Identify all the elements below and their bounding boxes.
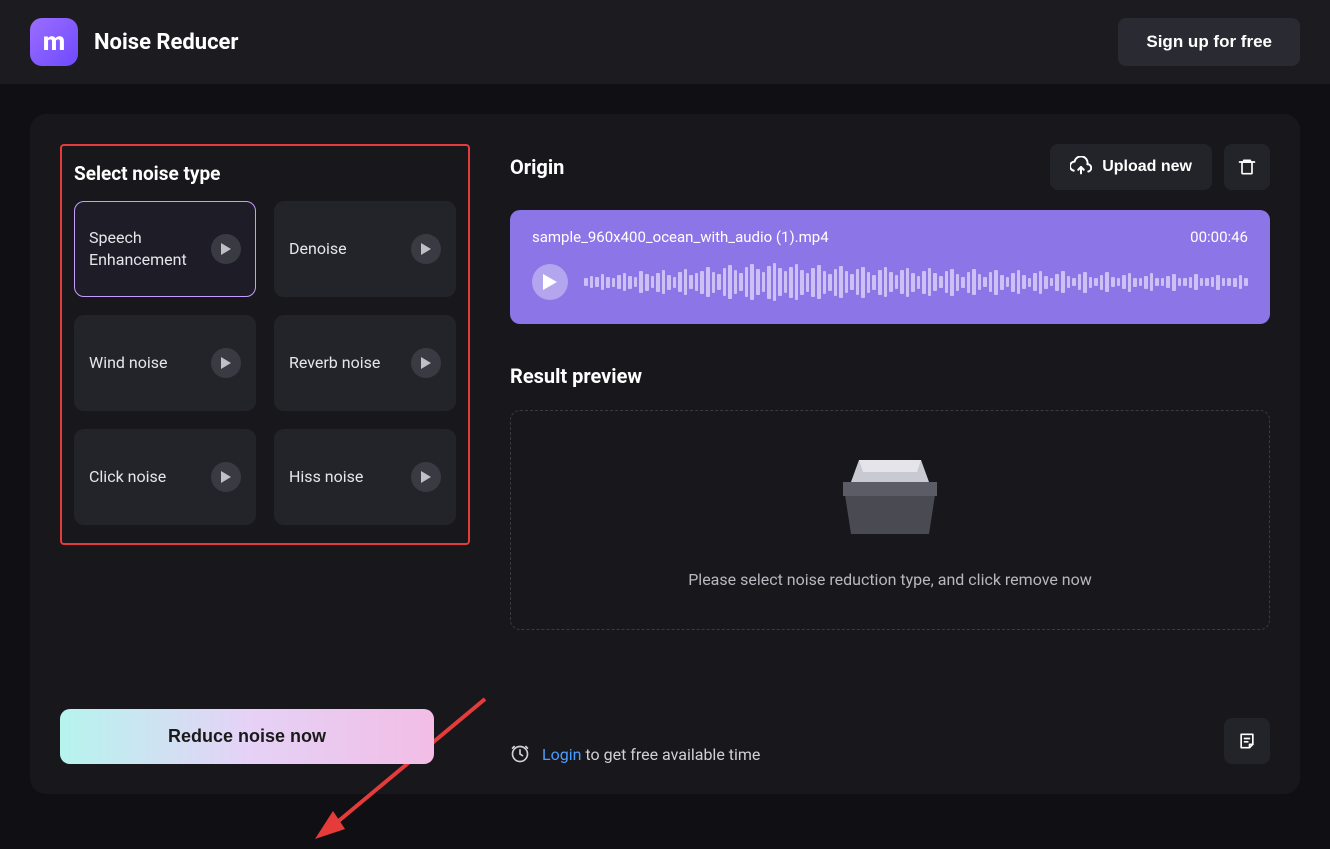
- login-rest-text: to get free available time: [581, 745, 760, 764]
- noise-preview-play-button[interactable]: [411, 348, 441, 378]
- noise-preview-play-button[interactable]: [211, 462, 241, 492]
- waveform[interactable]: [584, 260, 1248, 304]
- noise-preview-play-button[interactable]: [411, 234, 441, 264]
- origin-heading: Origin: [510, 155, 564, 179]
- result-message: Please select noise reduction type, and …: [688, 570, 1092, 589]
- noise-card-wind-noise[interactable]: Wind noise: [74, 315, 256, 411]
- noise-card-label: Hiss noise: [289, 466, 363, 488]
- play-icon: [543, 274, 557, 290]
- noise-card-click-noise[interactable]: Click noise: [74, 429, 256, 525]
- noise-card-reverb-noise[interactable]: Reverb noise: [274, 315, 456, 411]
- noise-preview-play-button[interactable]: [211, 348, 241, 378]
- upload-icon: [1070, 156, 1092, 178]
- noise-card-hiss-noise[interactable]: Hiss noise: [274, 429, 456, 525]
- result-heading: Result preview: [510, 364, 1270, 388]
- result-preview-box: Please select noise reduction type, and …: [510, 410, 1270, 630]
- delete-button[interactable]: [1224, 144, 1270, 190]
- noise-card-label: Reverb noise: [289, 352, 380, 374]
- note-icon: [1237, 731, 1257, 751]
- noise-preview-play-button[interactable]: [411, 462, 441, 492]
- noise-card-speech-enhancement[interactable]: Speech Enhancement: [74, 201, 256, 297]
- feedback-button[interactable]: [1224, 718, 1270, 764]
- app-title: Noise Reducer: [94, 30, 239, 55]
- noise-card-label: Speech Enhancement: [89, 227, 199, 270]
- noise-type-section: Select noise type Speech Enhancement Deno…: [60, 144, 470, 545]
- login-prompt: Login to get free available time: [510, 744, 760, 764]
- main-panel: Select noise type Speech Enhancement Deno…: [30, 114, 1300, 794]
- clock-icon: [510, 744, 530, 764]
- origin-duration: 00:00:46: [1190, 228, 1248, 246]
- upload-new-button[interactable]: Upload new: [1050, 144, 1212, 190]
- empty-tray-icon: [835, 452, 945, 540]
- login-link[interactable]: Login: [542, 745, 581, 764]
- noise-card-label: Wind noise: [89, 352, 168, 374]
- origin-audio-card: sample_960x400_ocean_with_audio (1).mp4 …: [510, 210, 1270, 324]
- noise-card-denoise[interactable]: Denoise: [274, 201, 456, 297]
- noise-preview-play-button[interactable]: [211, 234, 241, 264]
- app-logo: m: [30, 18, 78, 66]
- origin-filename: sample_960x400_ocean_with_audio (1).mp4: [532, 228, 829, 246]
- signup-button[interactable]: Sign up for free: [1118, 18, 1300, 66]
- noise-card-label: Denoise: [289, 238, 347, 260]
- noise-type-heading: Select noise type: [74, 162, 456, 185]
- upload-new-label: Upload new: [1102, 158, 1192, 176]
- trash-icon: [1237, 157, 1257, 177]
- noise-card-label: Click noise: [89, 466, 166, 488]
- reduce-noise-button[interactable]: Reduce noise now: [60, 709, 434, 764]
- origin-play-button[interactable]: [532, 264, 568, 300]
